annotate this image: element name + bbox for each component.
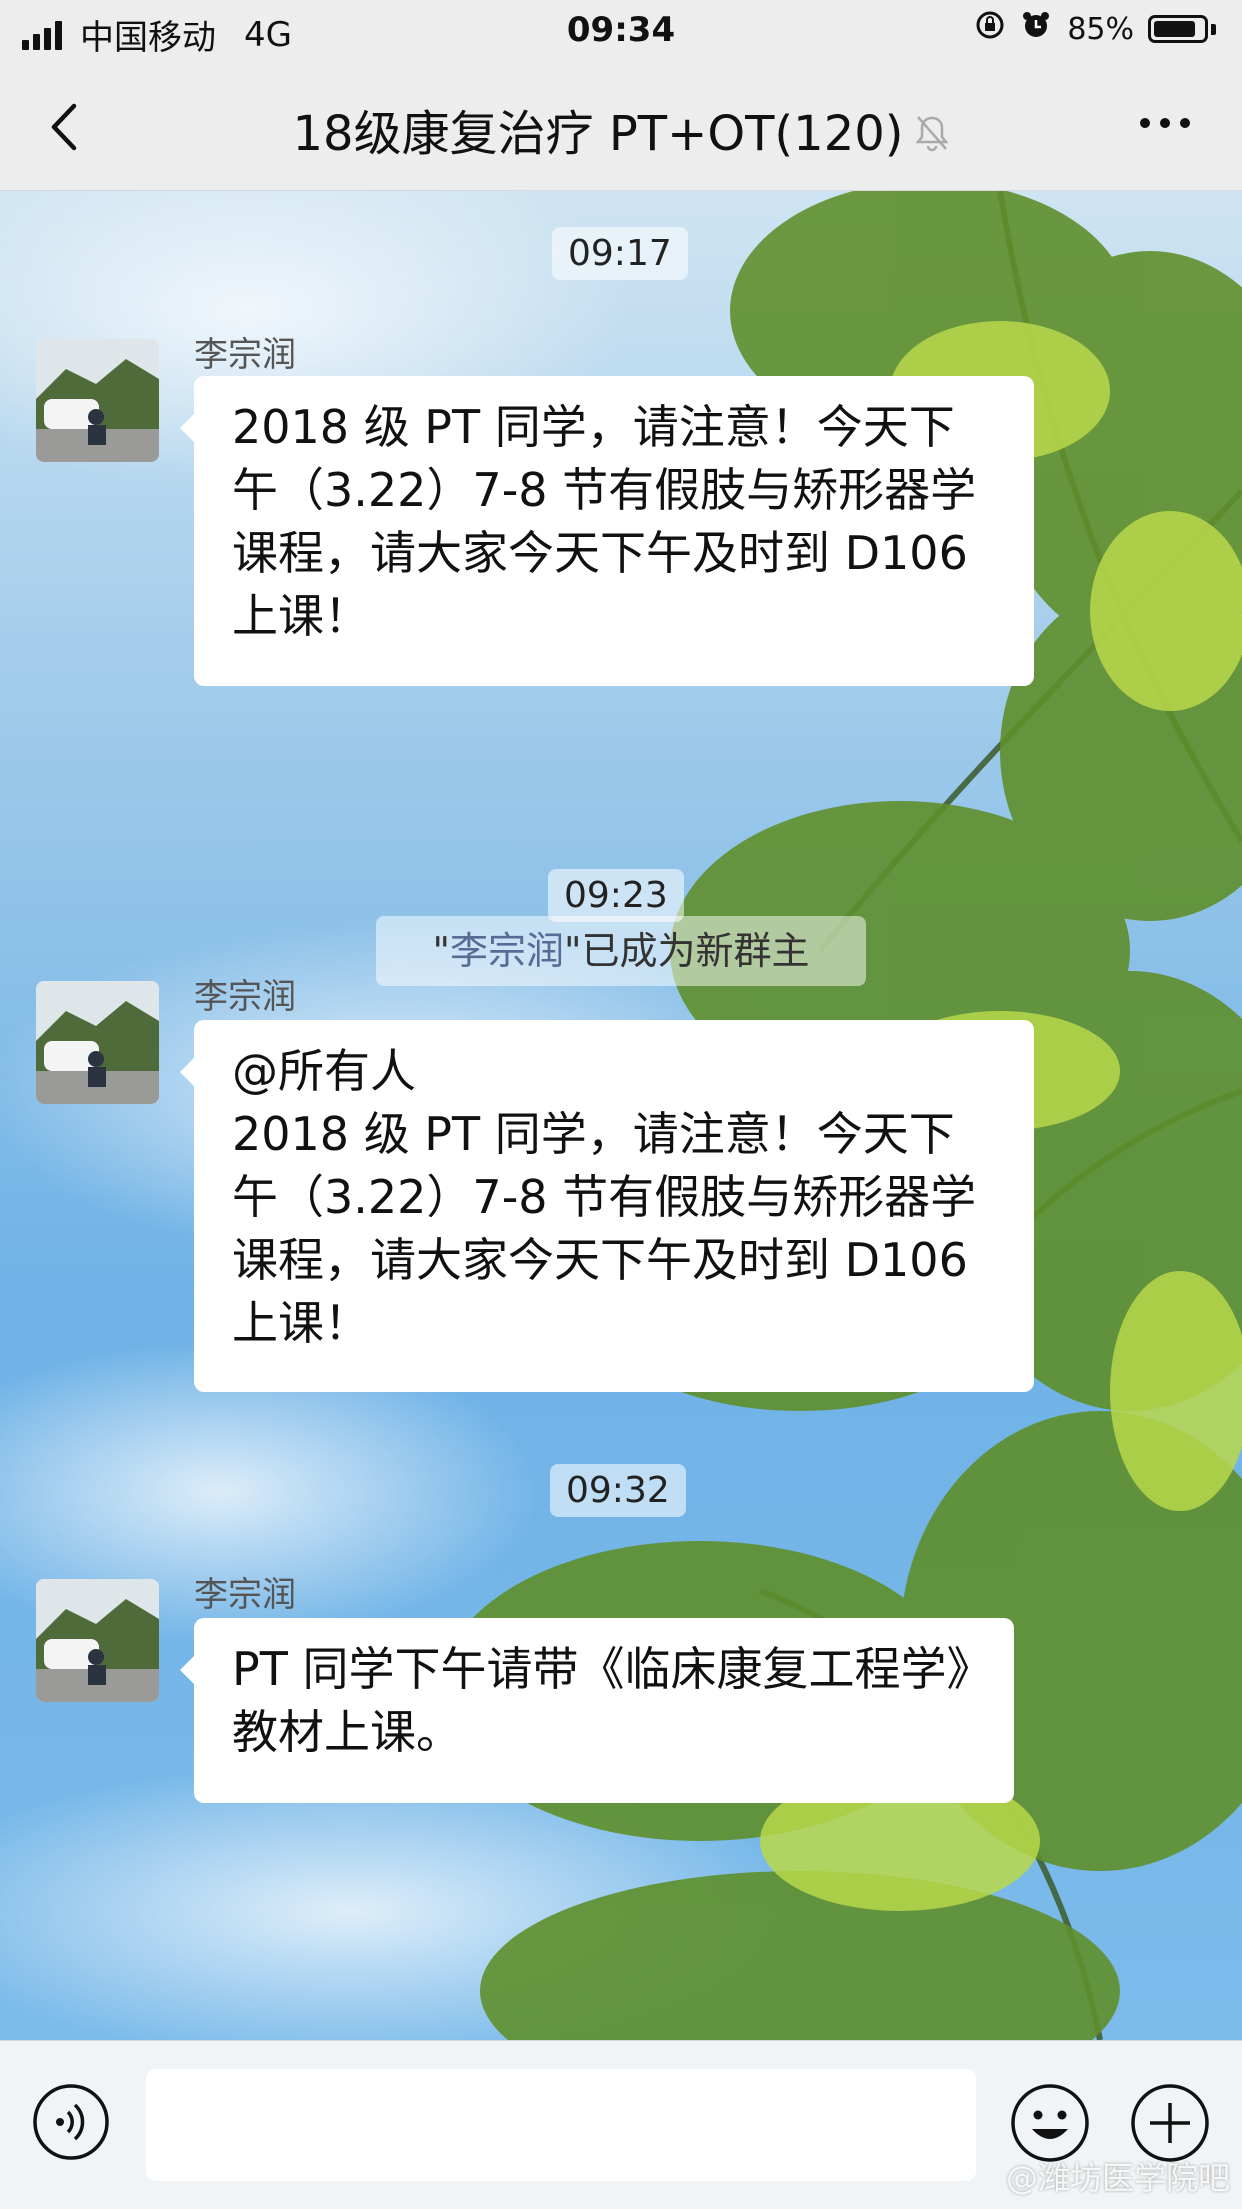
timestamp: 09:17 bbox=[552, 227, 688, 280]
sender-name: 李宗润 bbox=[194, 335, 296, 375]
orientation-lock-icon bbox=[975, 10, 1005, 48]
avatar[interactable] bbox=[36, 339, 159, 462]
plus-icon[interactable] bbox=[1130, 2083, 1210, 2163]
timestamp: 09:23 bbox=[548, 869, 684, 922]
chat-area[interactable]: 09:17 李宗润 2018 级 PT 同学，请注意！今天下午（3.22）7-8… bbox=[0, 191, 1242, 2040]
avatar[interactable] bbox=[36, 981, 159, 1104]
notice-name-link[interactable]: 李宗润 bbox=[450, 929, 564, 973]
battery-level bbox=[1154, 21, 1195, 37]
sender-name: 李宗润 bbox=[194, 1575, 296, 1615]
more-icon[interactable] bbox=[1130, 118, 1190, 128]
nav-bar: 18级康复治疗 PT+OT(120) bbox=[0, 62, 1242, 191]
status-bar: 中国移动 4G 09:34 85% bbox=[0, 0, 1242, 62]
message-bubble[interactable]: 2018 级 PT 同学，请注意！今天下午（3.22）7-8 节有假肢与矫形器学… bbox=[180, 376, 1034, 686]
avatar[interactable] bbox=[36, 1579, 159, 1702]
watermark: @潍坊医学院吧 bbox=[1005, 2159, 1230, 2197]
chat-title: 18级康复治疗 PT+OT(120) bbox=[0, 94, 1242, 165]
system-notice: "李宗润"已成为新群主 bbox=[376, 916, 866, 986]
message-bubble[interactable]: PT 同学下午请带《临床康复工程学》教材上课。 bbox=[180, 1618, 1014, 1803]
status-right: 85% bbox=[959, 10, 1216, 48]
battery-cap bbox=[1211, 23, 1216, 35]
sender-name: 李宗润 bbox=[194, 977, 296, 1017]
battery-icon bbox=[1148, 15, 1208, 43]
alarm-icon bbox=[1021, 10, 1051, 48]
group-name: 18级康复治疗 PT+OT(120) bbox=[292, 106, 904, 162]
input-bar: @潍坊医学院吧 bbox=[0, 2040, 1242, 2209]
notice-quote: " bbox=[432, 929, 450, 973]
mute-bell-icon bbox=[914, 109, 950, 165]
voice-icon[interactable] bbox=[32, 2083, 110, 2161]
emoji-icon[interactable] bbox=[1010, 2083, 1090, 2163]
message-bubble[interactable]: @所有人 2018 级 PT 同学，请注意！今天下午（3.22）7-8 节有假肢… bbox=[180, 1020, 1034, 1392]
message-input[interactable] bbox=[146, 2069, 976, 2181]
timestamp: 09:32 bbox=[550, 1464, 686, 1517]
notice-text: "已成为新群主 bbox=[564, 929, 810, 973]
battery-percent: 85% bbox=[1067, 11, 1134, 47]
